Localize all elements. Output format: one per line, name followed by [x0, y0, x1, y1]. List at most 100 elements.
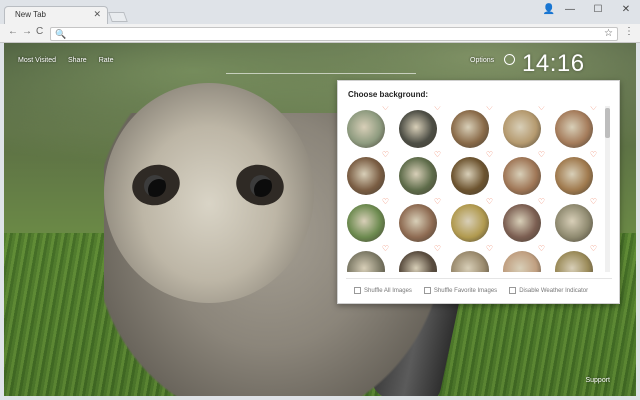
browser-menu-icon[interactable]: ⋮ [624, 26, 634, 37]
options-link[interactable]: Options [470, 57, 494, 64]
thumbnail-grid: ♡ ♡ ♡ ♡ ♡ ♡ ♡ ♡ ♡ ♡ ♡ ♡ ♡ ♡ ♡ ♡ ♡ ♡ ♡ ♡ [347, 106, 607, 272]
thumbnail-image[interactable] [503, 204, 541, 242]
background-thumbnail[interactable]: ♡ [503, 151, 545, 195]
favorite-heart-icon[interactable]: ♡ [382, 245, 389, 253]
background-thumbnail[interactable]: ♡ [555, 245, 597, 272]
background-thumbnail[interactable]: ♡ [399, 151, 441, 195]
background-thumbnail[interactable]: ♡ [451, 245, 493, 272]
favorite-heart-icon[interactable]: ♡ [590, 198, 597, 206]
thumbnail-image[interactable] [555, 110, 593, 148]
close-window-icon[interactable]: ✕ [612, 0, 640, 18]
favorite-heart-icon[interactable]: ♡ [590, 151, 597, 159]
background-thumbnail[interactable]: ♡ [347, 198, 389, 242]
address-bar[interactable]: 🔍 ☆ [50, 27, 618, 41]
favorite-heart-icon[interactable]: ♡ [486, 198, 493, 206]
background-thumbnail[interactable]: ♡ [451, 106, 493, 148]
clock: 14:16 [522, 50, 585, 77]
favorite-heart-icon[interactable]: ♡ [538, 198, 545, 206]
background-thumbnail[interactable]: ♡ [503, 198, 545, 242]
panel-scroll-thumb[interactable] [605, 108, 610, 138]
forward-icon[interactable]: → [22, 26, 32, 37]
panel-scrollbar[interactable] [605, 106, 610, 272]
shuffle-favorite-option[interactable]: Shuffle Favorite Images [423, 287, 497, 294]
thumbnail-image[interactable] [451, 157, 489, 195]
favorite-heart-icon[interactable]: ♡ [434, 198, 441, 206]
favorite-heart-icon[interactable]: ♡ [538, 245, 545, 253]
background-thumbnail[interactable]: ♡ [347, 245, 389, 272]
thumbnail-image[interactable] [347, 110, 385, 148]
background-thumbnail[interactable]: ♡ [451, 198, 493, 242]
thumbnail-image[interactable] [555, 204, 593, 242]
disable-weather-option[interactable]: Disable Weather Indicator [509, 287, 588, 294]
panel-divider [346, 278, 612, 279]
support-link[interactable]: Support [585, 377, 610, 384]
top-links: Most Visited Share Rate [18, 57, 113, 64]
favorite-heart-icon[interactable]: ♡ [538, 106, 545, 112]
background-thumbnail[interactable]: ♡ [399, 198, 441, 242]
thumbnail-image[interactable] [503, 251, 541, 272]
thumbnail-image[interactable] [503, 157, 541, 195]
disable-weather-checkbox[interactable] [509, 287, 517, 294]
thumbnail-image[interactable] [451, 110, 489, 148]
background-thumbnail[interactable]: ♡ [503, 106, 545, 148]
background-thumbnail[interactable]: ♡ [555, 198, 597, 242]
thumbnail-image[interactable] [399, 251, 437, 272]
favorite-heart-icon[interactable]: ♡ [486, 245, 493, 253]
back-icon[interactable]: ← [8, 26, 18, 37]
background-thumbnail[interactable]: ♡ [451, 151, 493, 195]
background-thumbnail[interactable]: ♡ [347, 106, 389, 148]
background-thumbnail[interactable]: ♡ [399, 245, 441, 272]
thumbnail-image[interactable] [347, 251, 385, 272]
rate-link[interactable]: Rate [99, 57, 114, 64]
left-eye [144, 175, 166, 197]
disable-weather-label: Disable Weather Indicator [519, 287, 589, 294]
tab-new-tab[interactable]: New Tab ✕ [4, 6, 108, 24]
bookmark-star-icon[interactable]: ☆ [604, 28, 613, 39]
shuffle-all-option[interactable]: Shuffle All Images [354, 287, 412, 294]
profile-icon[interactable]: 👤 [542, 0, 556, 18]
share-link[interactable]: Share [68, 57, 87, 64]
shuffle-all-checkbox[interactable] [354, 287, 361, 294]
minimize-icon[interactable]: — [556, 0, 584, 18]
background-thumbnail[interactable]: ♡ [555, 106, 597, 148]
favorite-heart-icon[interactable]: ♡ [590, 245, 597, 253]
favorite-heart-icon[interactable]: ♡ [486, 151, 493, 159]
shuffle-favorite-checkbox[interactable] [423, 287, 431, 294]
maximize-icon[interactable]: ☐ [584, 0, 612, 18]
thumbnail-image[interactable] [555, 251, 593, 272]
favorite-heart-icon[interactable]: ♡ [382, 151, 389, 159]
weather-icon[interactable] [504, 54, 515, 65]
thumbnail-image[interactable] [399, 157, 437, 195]
title-bar: New Tab ✕ 👤 — ☐ ✕ [0, 0, 640, 24]
favorite-heart-icon[interactable]: ♡ [486, 106, 493, 112]
thumbnail-image[interactable] [399, 110, 437, 148]
background-thumbnail[interactable]: ♡ [503, 245, 545, 272]
thumbnail-image[interactable] [503, 110, 541, 148]
thumbnail-image[interactable] [347, 204, 385, 242]
thumbnail-image[interactable] [399, 204, 437, 242]
favorite-heart-icon[interactable]: ♡ [382, 106, 389, 112]
favorite-heart-icon[interactable]: ♡ [434, 106, 441, 112]
panel-title: Choose background: [348, 90, 429, 99]
most-visited-link[interactable]: Most Visited [18, 57, 56, 64]
thumbnail-image[interactable] [347, 157, 385, 195]
right-eye [250, 175, 272, 197]
background-chooser-panel: Choose background: ♡ ♡ ♡ ♡ ♡ ♡ ♡ ♡ ♡ ♡ ♡ ♡ ♡ ♡ ♡ ♡ ♡ ♡ ♡ ♡ … [337, 80, 620, 304]
background-thumbnail[interactable]: ♡ [555, 151, 597, 195]
tab-title: New Tab [15, 10, 46, 19]
tab-close-icon[interactable]: ✕ [93, 9, 101, 20]
shuffle-all-label: Shuffle All Images [364, 287, 412, 294]
favorite-heart-icon[interactable]: ♡ [590, 106, 597, 112]
favorite-heart-icon[interactable]: ♡ [382, 198, 389, 206]
search-underline [226, 73, 416, 74]
favorite-heart-icon[interactable]: ♡ [538, 151, 545, 159]
favorite-heart-icon[interactable]: ♡ [434, 245, 441, 253]
background-thumbnail[interactable]: ♡ [347, 151, 389, 195]
thumbnail-image[interactable] [451, 251, 489, 272]
favorite-heart-icon[interactable]: ♡ [434, 151, 441, 159]
reload-icon[interactable]: C [36, 26, 43, 37]
thumbnail-image[interactable] [451, 204, 489, 242]
new-tab-button[interactable] [108, 12, 128, 22]
thumbnail-image[interactable] [555, 157, 593, 195]
background-thumbnail[interactable]: ♡ [399, 106, 441, 148]
